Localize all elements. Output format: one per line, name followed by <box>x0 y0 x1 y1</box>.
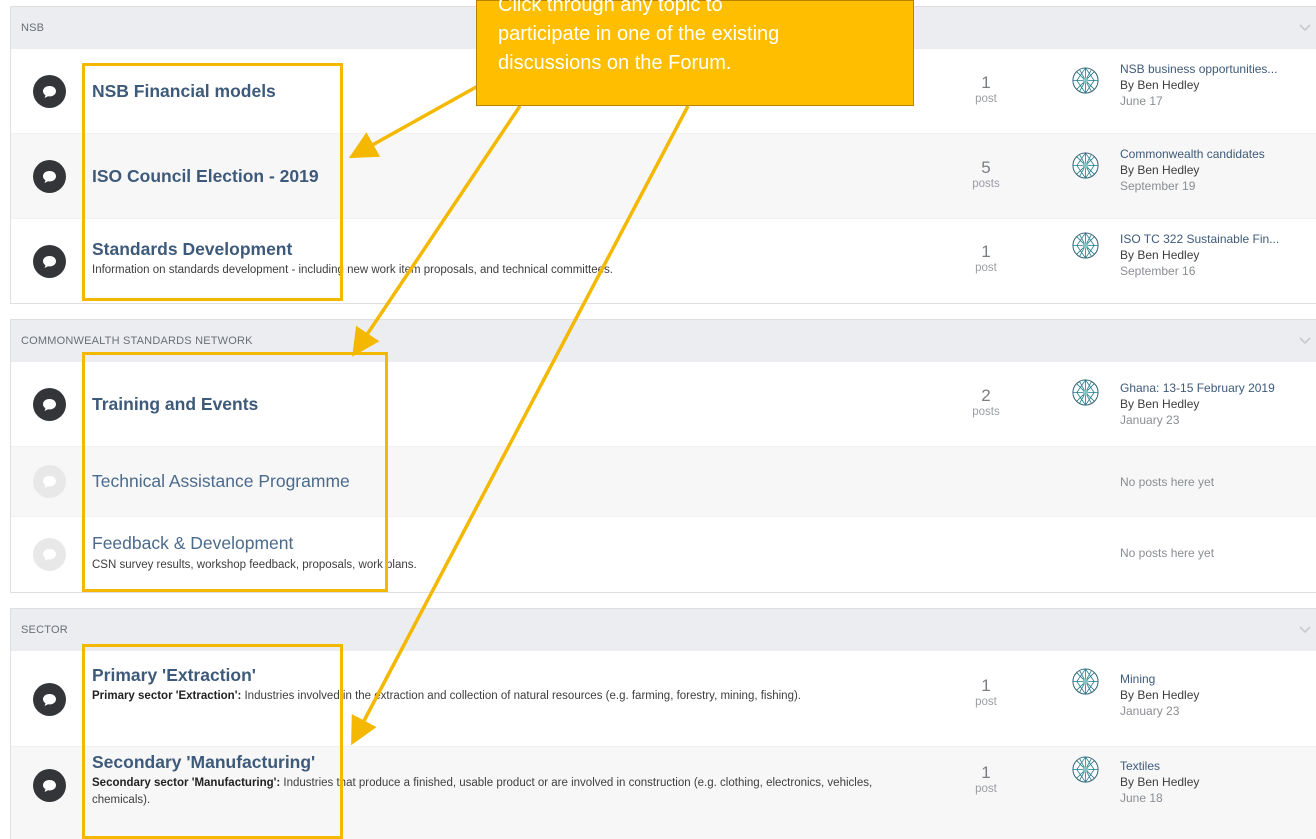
forum-title-link[interactable]: Training and Events <box>92 394 258 415</box>
last-post-author[interactable]: By Ben Hedley <box>1120 77 1277 93</box>
speech-bubble-icon <box>33 388 66 421</box>
last-post-date: January 23 <box>1120 413 1180 427</box>
last-post-author[interactable]: By Ben Hedley <box>1120 162 1265 178</box>
section-commonwealth-standards-network: COMMONWEALTH STANDARDS NETWORK Training … <box>10 319 1316 593</box>
speech-bubble-icon <box>33 465 66 498</box>
forum-title-link[interactable]: NSB Financial models <box>92 81 276 102</box>
callout-line-3: discussions on the Forum. <box>498 52 732 74</box>
chevron-down-icon[interactable] <box>1298 333 1312 347</box>
chevron-down-icon[interactable] <box>1298 20 1312 34</box>
forum-row[interactable]: Standards Development Information on sta… <box>11 219 1316 304</box>
post-count: 2 posts <box>972 386 1000 419</box>
last-post: ISO TC 322 Sustainable Fin... By Ben Hed… <box>1120 231 1279 279</box>
last-post-title-link[interactable]: Textiles <box>1120 758 1199 774</box>
forum-description: Secondary sector 'Manufacturing': Indust… <box>92 775 902 809</box>
last-post-title-link[interactable]: Mining <box>1120 671 1199 687</box>
speech-bubble-icon <box>33 245 66 278</box>
forum-description: Primary sector 'Extraction': Industries … <box>92 688 902 705</box>
post-count: 1 post <box>975 242 997 275</box>
last-post: Commonwealth candidates By Ben Hedley Se… <box>1120 146 1265 194</box>
section-title: NSB <box>21 22 45 34</box>
last-post-title-link[interactable]: ISO TC 322 Sustainable Fin... <box>1120 231 1279 247</box>
forum-row[interactable]: Secondary 'Manufacturing' Secondary sect… <box>11 747 1316 839</box>
section-title: SECTOR <box>21 624 68 636</box>
geodesic-globe-icon[interactable] <box>1071 231 1100 260</box>
forum-row[interactable]: Training and Events 2 posts Ghana: 13-15 … <box>11 362 1316 447</box>
speech-bubble-icon <box>33 160 66 193</box>
post-count: 5 posts <box>972 158 1000 191</box>
geodesic-globe-icon[interactable] <box>1071 755 1100 784</box>
forum-description-text: Industries involved in the extraction an… <box>241 690 802 702</box>
forum-description-lead: Secondary sector 'Manufacturing': <box>92 777 281 789</box>
forum-row[interactable]: ISO Council Election - 2019 5 posts Commo… <box>11 134 1316 219</box>
last-post-date: June 17 <box>1120 94 1163 108</box>
callout-line-1: Click through any topic to <box>498 0 723 16</box>
post-count: 1 post <box>975 73 997 106</box>
geodesic-globe-icon[interactable] <box>1071 66 1100 95</box>
no-posts-label: No posts here yet <box>1120 546 1215 560</box>
no-posts-label: No posts here yet <box>1120 475 1215 489</box>
forum-description: Information on standards development - i… <box>92 264 613 276</box>
last-post: Ghana: 13-15 February 2019 By Ben Hedley… <box>1120 380 1275 428</box>
last-post: NSB business opportunities... By Ben Hed… <box>1120 61 1277 109</box>
callout-box: Click through any topic to participate i… <box>476 0 914 106</box>
post-count: 1 post <box>975 763 997 796</box>
last-post-author[interactable]: By Ben Hedley <box>1120 687 1199 703</box>
section-sector: SECTOR Primary 'Extraction' Primary sect… <box>10 608 1316 839</box>
geodesic-globe-icon[interactable] <box>1071 378 1100 407</box>
callout-line-2: participate in one of the existing <box>498 23 780 45</box>
speech-bubble-icon <box>33 683 66 716</box>
forum-title-link[interactable]: ISO Council Election - 2019 <box>92 166 319 187</box>
speech-bubble-icon <box>33 538 66 571</box>
section-title: COMMONWEALTH STANDARDS NETWORK <box>21 335 253 347</box>
last-post-date: June 18 <box>1120 791 1163 805</box>
forum-row[interactable]: Technical Assistance Programme No posts … <box>11 447 1316 517</box>
last-post-title-link[interactable]: Ghana: 13-15 February 2019 <box>1120 380 1275 396</box>
forum-title-link[interactable]: Standards Development <box>92 239 292 260</box>
chevron-down-icon[interactable] <box>1298 622 1312 636</box>
forum-row[interactable]: Feedback & Development CSN survey result… <box>11 517 1316 593</box>
last-post: Mining By Ben Hedley January 23 <box>1120 671 1199 719</box>
section-header[interactable]: COMMONWEALTH STANDARDS NETWORK <box>11 320 1316 362</box>
last-post-title-link[interactable]: NSB business opportunities... <box>1120 61 1277 77</box>
last-post-date: January 23 <box>1120 704 1180 718</box>
forum-row[interactable]: Primary 'Extraction' Primary sector 'Ext… <box>11 651 1316 747</box>
forum-title-link[interactable]: Feedback & Development <box>92 533 293 554</box>
speech-bubble-icon <box>33 769 66 802</box>
forum-description-lead: Primary sector 'Extraction': <box>92 690 242 702</box>
speech-bubble-icon <box>33 75 66 108</box>
last-post-author[interactable]: By Ben Hedley <box>1120 247 1279 263</box>
forum-title-link[interactable]: Technical Assistance Programme <box>92 471 350 492</box>
geodesic-globe-icon[interactable] <box>1071 667 1100 696</box>
section-header[interactable]: SECTOR <box>11 609 1316 651</box>
last-post-date: September 19 <box>1120 179 1196 193</box>
last-post: Textiles By Ben Hedley June 18 <box>1120 758 1199 806</box>
forum-title-link[interactable]: Primary 'Extraction' <box>92 665 256 686</box>
last-post-author[interactable]: By Ben Hedley <box>1120 774 1199 790</box>
last-post-date: September 16 <box>1120 264 1196 278</box>
forum-title-link[interactable]: Secondary 'Manufacturing' <box>92 752 315 773</box>
last-post-author[interactable]: By Ben Hedley <box>1120 396 1275 412</box>
forum-description: CSN survey results, workshop feedback, p… <box>92 559 417 571</box>
post-count: 1 post <box>975 676 997 709</box>
last-post-title-link[interactable]: Commonwealth candidates <box>1120 146 1265 162</box>
geodesic-globe-icon[interactable] <box>1071 151 1100 180</box>
